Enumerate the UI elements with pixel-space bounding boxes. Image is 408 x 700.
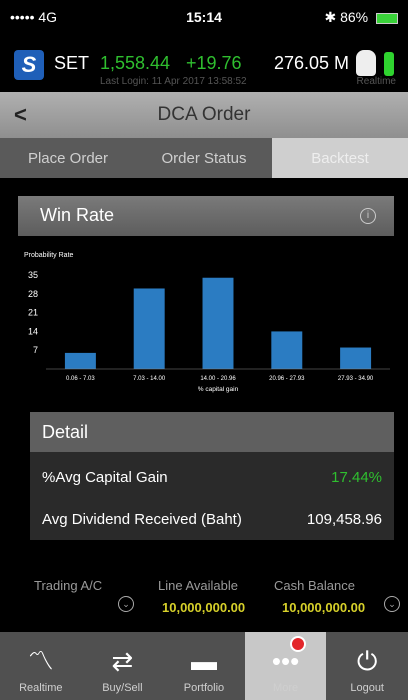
tabbar-label: Portfolio	[183, 682, 225, 694]
detail-label: %Avg Capital Gain	[42, 469, 168, 486]
chart-bar	[133, 288, 165, 369]
page-title: DCA Order	[157, 104, 251, 125]
detail-title: Detail	[42, 422, 89, 442]
battery-icon	[376, 12, 398, 24]
chart-line-icon: 〽	[27, 646, 54, 676]
detail-value: 109,458.96	[306, 511, 382, 528]
tabbar-item-realtime[interactable]: 〽 Realtime	[0, 632, 82, 700]
tab-place-order[interactable]: Place Order	[0, 138, 136, 178]
chart-xtick-label: 0.06 - 7.03	[66, 376, 95, 382]
tab-backtest[interactable]: Backtest	[272, 138, 408, 178]
chart-ytick-label: 35	[28, 270, 38, 280]
chart-bar	[340, 347, 372, 369]
battery-percent: 86%	[340, 9, 369, 25]
tabbar-label: Buy/Sell	[102, 682, 143, 694]
notification-badge	[290, 636, 307, 652]
bottom-tab-bar: 〽 Realtime ⇄ Buy/Sell ▬ Portfolio ••• Mo…	[0, 632, 408, 700]
tabbar-item-buy-sell[interactable]: ⇄ Buy/Sell	[82, 632, 164, 700]
tabbar-label: Realtime	[19, 682, 63, 694]
battery-indicator: ✱ 86%	[324, 9, 398, 26]
tab-order-status[interactable]: Order Status	[136, 138, 272, 178]
detail-row-capital-gain: %Avg Capital Gain 17.44%	[30, 458, 394, 498]
status-bar: ••••• 4G 15:14 ✱ 86%	[0, 0, 408, 34]
line-available-label: Line Available	[158, 578, 238, 593]
folder-icon: ▬	[190, 646, 217, 676]
line-available-value: 10,000,000.00	[162, 600, 246, 615]
notification-icon[interactable]	[356, 50, 376, 76]
account-summary: Trading A/C ⌄ Line Available 10,000,000.…	[0, 578, 408, 626]
chart-xtick-label: 20.96 - 27.93	[269, 376, 305, 382]
order-tabs: Place Order Order Status Backtest	[0, 138, 408, 178]
chart-bar	[271, 331, 303, 369]
chart-ytick-label: 14	[28, 326, 38, 336]
detail-value: 17.44%	[331, 469, 382, 486]
info-icon[interactable]: i	[360, 208, 376, 224]
index-name: SET	[54, 53, 90, 73]
win-rate-header: Win Rate i	[18, 196, 394, 236]
arrows-exchange-icon: ⇄	[111, 646, 134, 676]
chart-xtick-label: 27.93 - 34.90	[338, 376, 374, 382]
index-change: +19.76	[186, 53, 242, 73]
cash-balance-label: Cash Balance	[274, 578, 355, 593]
power-icon: ⏻	[356, 646, 378, 676]
win-rate-title: Win Rate	[40, 205, 115, 225]
chart-ytick-label: 28	[28, 289, 38, 299]
chart-xtick-label: 14.00 - 20.96	[200, 376, 236, 382]
trading-account-label: Trading A/C	[34, 578, 103, 593]
chart-xlabel: % capital gain	[198, 386, 239, 393]
tabbar-label: More	[273, 682, 299, 694]
tabbar-label: Logout	[350, 682, 384, 694]
trading-account-chevron-icon[interactable]: ⌄	[118, 596, 134, 612]
app-logo: S	[14, 50, 44, 80]
chart-bar	[64, 352, 96, 369]
detail-panel: Detail %Avg Capital Gain 17.44% Avg Divi…	[30, 412, 394, 540]
detail-label: Avg Dividend Received (Baht)	[42, 511, 242, 528]
chart-bar	[202, 277, 234, 369]
chart-xtick-label: 7.03 - 14.00	[133, 376, 166, 382]
tabbar-item-portfolio[interactable]: ▬ Portfolio	[163, 632, 245, 700]
index-price: 1,558.44	[100, 53, 171, 73]
cash-balance-chevron-icon[interactable]: ⌄	[384, 596, 400, 612]
realtime-label: Realtime	[356, 76, 396, 87]
market-volume: 276.05 M	[274, 53, 350, 73]
cash-balance-value: 10,000,000.00	[282, 600, 366, 615]
detail-row-dividend: Avg Dividend Received (Baht) 109,458.96	[30, 500, 394, 540]
connection-status-icon	[384, 52, 394, 76]
market-ticker: S SET 1,558.44 +19.76 276.05 M Last Logi…	[0, 34, 408, 92]
last-login-text: Last Login: 11 Apr 2017 13:58:52	[100, 76, 247, 87]
tabbar-item-logout[interactable]: ⏻ Logout	[326, 632, 408, 700]
chart-ylabel: Probability Rate	[24, 252, 74, 259]
win-rate-chart: Probability Rate 7 14 21 28 35 0.06 - 7.03 7.03…	[24, 252, 390, 393]
tabbar-item-more[interactable]: ••• More	[244, 632, 327, 700]
chart-ytick-label: 7	[33, 345, 38, 355]
detail-header: Detail	[30, 412, 394, 452]
bluetooth-icon: ✱	[324, 9, 337, 25]
chart-ytick-label: 21	[28, 308, 38, 318]
navigation-bar: < DCA Order	[0, 92, 408, 138]
